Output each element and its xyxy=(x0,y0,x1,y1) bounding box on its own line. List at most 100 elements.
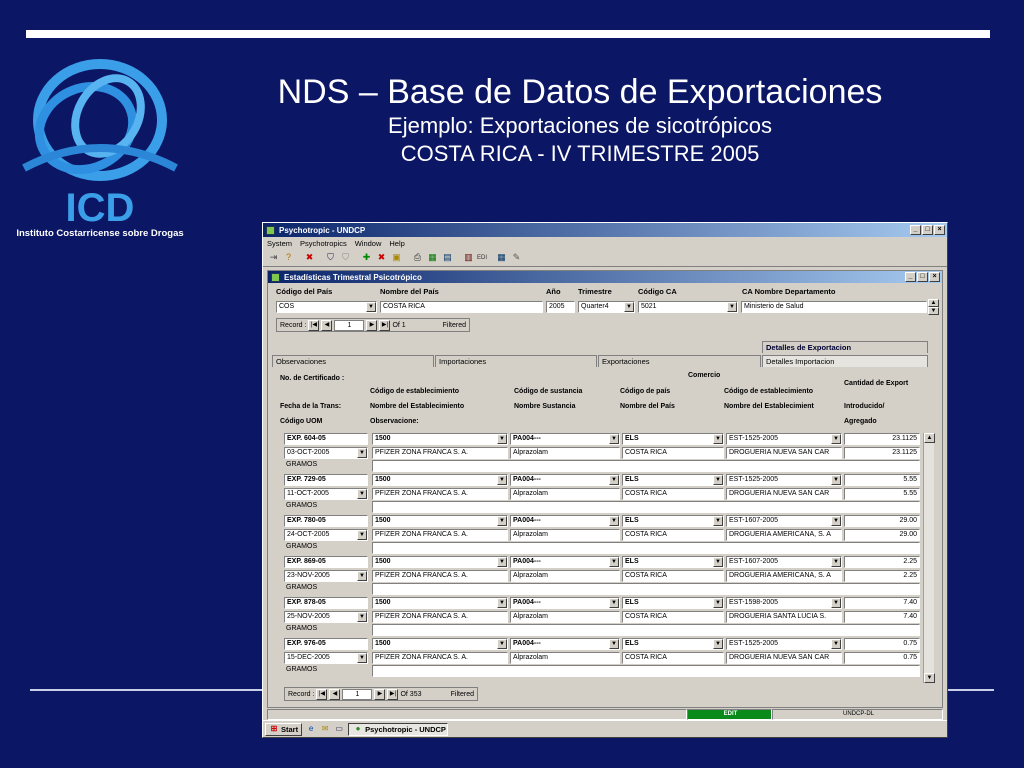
row-nom-pais-field[interactable]: COSTA RICA xyxy=(622,488,724,500)
row-nom-est-field[interactable]: PFIZER ZONA FRANCA S. A. xyxy=(372,529,508,541)
row-cod-est-field[interactable]: 1500 ▼ xyxy=(372,474,508,486)
row-cod-est-field[interactable]: 1500 ▼ xyxy=(372,433,508,445)
row-cert-field[interactable]: EXP. 780-05 xyxy=(284,515,368,527)
row-nom-est-field[interactable]: PFIZER ZONA FRANCA S. A. xyxy=(372,570,508,582)
desktop-icon[interactable]: ▭ xyxy=(334,724,344,734)
first-record-button[interactable]: |◀ xyxy=(316,688,328,700)
chevron-down-icon[interactable]: ▼ xyxy=(609,598,619,608)
ca-nombre-field[interactable]: Ministerio de Salud xyxy=(741,301,927,313)
row-cod-est-field[interactable]: 1500 ▼ xyxy=(372,556,508,568)
row-observacion-field[interactable] xyxy=(372,665,920,677)
chevron-down-icon[interactable]: ▼ xyxy=(357,612,367,622)
ca-scroll[interactable]: ▲ ▼ xyxy=(928,299,939,315)
tab-exportaciones[interactable]: Exportaciones xyxy=(598,355,761,367)
row-cod-pais-field[interactable]: ELS ▼ xyxy=(622,638,724,650)
chevron-down-icon[interactable]: ▼ xyxy=(609,639,619,649)
prev-record-button[interactable]: ◀ xyxy=(329,688,341,700)
menu-system[interactable]: System xyxy=(267,239,292,248)
next-record-button[interactable]: ▶ xyxy=(366,319,378,331)
tab-observaciones[interactable]: Observaciones xyxy=(272,355,434,367)
wizard-icon[interactable]: ✎ xyxy=(510,251,523,264)
row-nom-pais-field[interactable]: COSTA RICA xyxy=(622,611,724,623)
chevron-down-icon[interactable]: ▼ xyxy=(497,475,507,485)
chevron-down-icon[interactable]: ▼ xyxy=(831,475,841,485)
row-nom-sust-field[interactable]: Alprazolam xyxy=(510,488,620,500)
menu-help[interactable]: Help xyxy=(389,239,404,248)
chevron-down-icon[interactable]: ▼ xyxy=(497,434,507,444)
row-cert-field[interactable]: EXP. 729-05 xyxy=(284,474,368,486)
trimestre-select[interactable]: Quarter4 ▼ xyxy=(578,301,635,313)
row-fecha-field[interactable]: 24-OCT-2005 ▼ xyxy=(284,529,368,541)
row-cod-pais-field[interactable]: ELS ▼ xyxy=(622,433,724,445)
chevron-down-icon[interactable]: ▼ xyxy=(831,598,841,608)
cancel-icon[interactable]: ✖ xyxy=(303,251,316,264)
row-cod-sust-field[interactable]: PA004--- ▼ xyxy=(510,474,620,486)
row-cant2-field[interactable]: 7.40 xyxy=(844,611,920,623)
chevron-down-icon[interactable]: ▼ xyxy=(713,598,723,608)
row-nom-est2-field[interactable]: DROGUERIA NUEVA SAN CAR xyxy=(726,447,842,459)
chevron-down-icon[interactable]: ▼ xyxy=(713,434,723,444)
row-cod-sust-field[interactable]: PA004--- ▼ xyxy=(510,433,620,445)
taskbar-app-button[interactable]: ● Psychotropic - UNDCP xyxy=(348,722,449,736)
chevron-down-icon[interactable]: ▼ xyxy=(713,475,723,485)
row-cert-field[interactable]: EXP. 976-05 xyxy=(284,638,368,650)
row-nom-sust-field[interactable]: Alprazolam xyxy=(510,447,620,459)
filter-icon[interactable]: ⛉ xyxy=(324,251,337,264)
row-cod-pais-field[interactable]: ELS ▼ xyxy=(622,597,724,609)
chevron-down-icon[interactable]: ▼ xyxy=(357,489,367,499)
chevron-down-icon[interactable]: ▼ xyxy=(713,516,723,526)
row-nom-sust-field[interactable]: Alprazolam xyxy=(510,652,620,664)
form-maximize-button[interactable]: □ xyxy=(917,272,928,282)
chevron-down-icon[interactable]: ▼ xyxy=(357,653,367,663)
row-nom-est2-field[interactable]: DROGUERIA NUEVA SAN CAR xyxy=(726,488,842,500)
row-observacion-field[interactable] xyxy=(372,542,920,554)
row-cod-est2-field[interactable]: EST-1525-2005 ▼ xyxy=(726,638,842,650)
record-number-input[interactable]: 1 xyxy=(342,688,373,700)
row-nom-pais-field[interactable]: COSTA RICA xyxy=(622,652,724,664)
filter-clear-icon[interactable]: ⛉ xyxy=(339,251,352,264)
row-fecha-field[interactable]: 15-DEC-2005 ▼ xyxy=(284,652,368,664)
row-nom-sust-field[interactable]: Alprazolam xyxy=(510,570,620,582)
row-cant1-field[interactable]: 23.1125 xyxy=(844,433,920,445)
row-observacion-field[interactable] xyxy=(372,624,920,636)
row-cod-est-field[interactable]: 1500 ▼ xyxy=(372,515,508,527)
next-record-button[interactable]: ▶ xyxy=(374,688,386,700)
row-nom-pais-field[interactable]: COSTA RICA xyxy=(622,529,724,541)
row-cod-est2-field[interactable]: EST-1607-2005 ▼ xyxy=(726,515,842,527)
edi-label[interactable]: EDI xyxy=(477,255,487,261)
row-nom-est2-field[interactable]: DROGUERIA AMERICANA, S. A xyxy=(726,570,842,582)
row-cod-sust-field[interactable]: PA004--- ▼ xyxy=(510,515,620,527)
row-observacion-field[interactable] xyxy=(372,583,920,595)
row-cod-sust-field[interactable]: PA004--- ▼ xyxy=(510,597,620,609)
prev-record-button[interactable]: ◀ xyxy=(321,319,333,331)
chevron-down-icon[interactable]: ▼ xyxy=(831,516,841,526)
row-cod-sust-field[interactable]: PA004--- ▼ xyxy=(510,638,620,650)
scroll-up-icon[interactable]: ▲ xyxy=(924,433,935,443)
row-cod-est2-field[interactable]: EST-1525-2005 ▼ xyxy=(726,474,842,486)
row-nom-sust-field[interactable]: Alprazolam xyxy=(510,611,620,623)
print-icon[interactable]: ⎙ xyxy=(411,251,424,264)
add-record-icon[interactable]: ✚ xyxy=(360,251,373,264)
minimize-button[interactable]: _ xyxy=(910,225,921,235)
chevron-down-icon[interactable]: ▼ xyxy=(831,639,841,649)
row-cod-est-field[interactable]: 1500 ▼ xyxy=(372,638,508,650)
row-cod-sust-field[interactable]: PA004--- ▼ xyxy=(510,556,620,568)
codigo-pais-select[interactable]: COS ▼ xyxy=(276,301,377,313)
chevron-down-icon[interactable]: ▼ xyxy=(497,639,507,649)
row-fecha-field[interactable]: 11-OCT-2005 ▼ xyxy=(284,488,368,500)
record-number-input[interactable]: 1 xyxy=(334,319,365,331)
chevron-down-icon[interactable]: ▼ xyxy=(497,516,507,526)
chevron-down-icon[interactable]: ▼ xyxy=(831,434,841,444)
tab-importaciones[interactable]: Importaciones xyxy=(435,355,597,367)
first-record-button[interactable]: |◀ xyxy=(308,319,320,331)
row-cod-est2-field[interactable]: EST-1598-2005 ▼ xyxy=(726,597,842,609)
row-observacion-field[interactable] xyxy=(372,460,920,472)
row-cant2-field[interactable]: 2.25 xyxy=(844,570,920,582)
row-cant2-field[interactable]: 5.55 xyxy=(844,488,920,500)
row-cant1-field[interactable]: 2.25 xyxy=(844,556,920,568)
row-nom-est-field[interactable]: PFIZER ZONA FRANCA S. A. xyxy=(372,652,508,664)
chart-icon[interactable]: ▥ xyxy=(462,251,475,264)
chevron-down-icon[interactable]: ▼ xyxy=(831,557,841,567)
menu-window[interactable]: Window xyxy=(355,239,382,248)
export-icon[interactable]: ▤ xyxy=(441,251,454,264)
